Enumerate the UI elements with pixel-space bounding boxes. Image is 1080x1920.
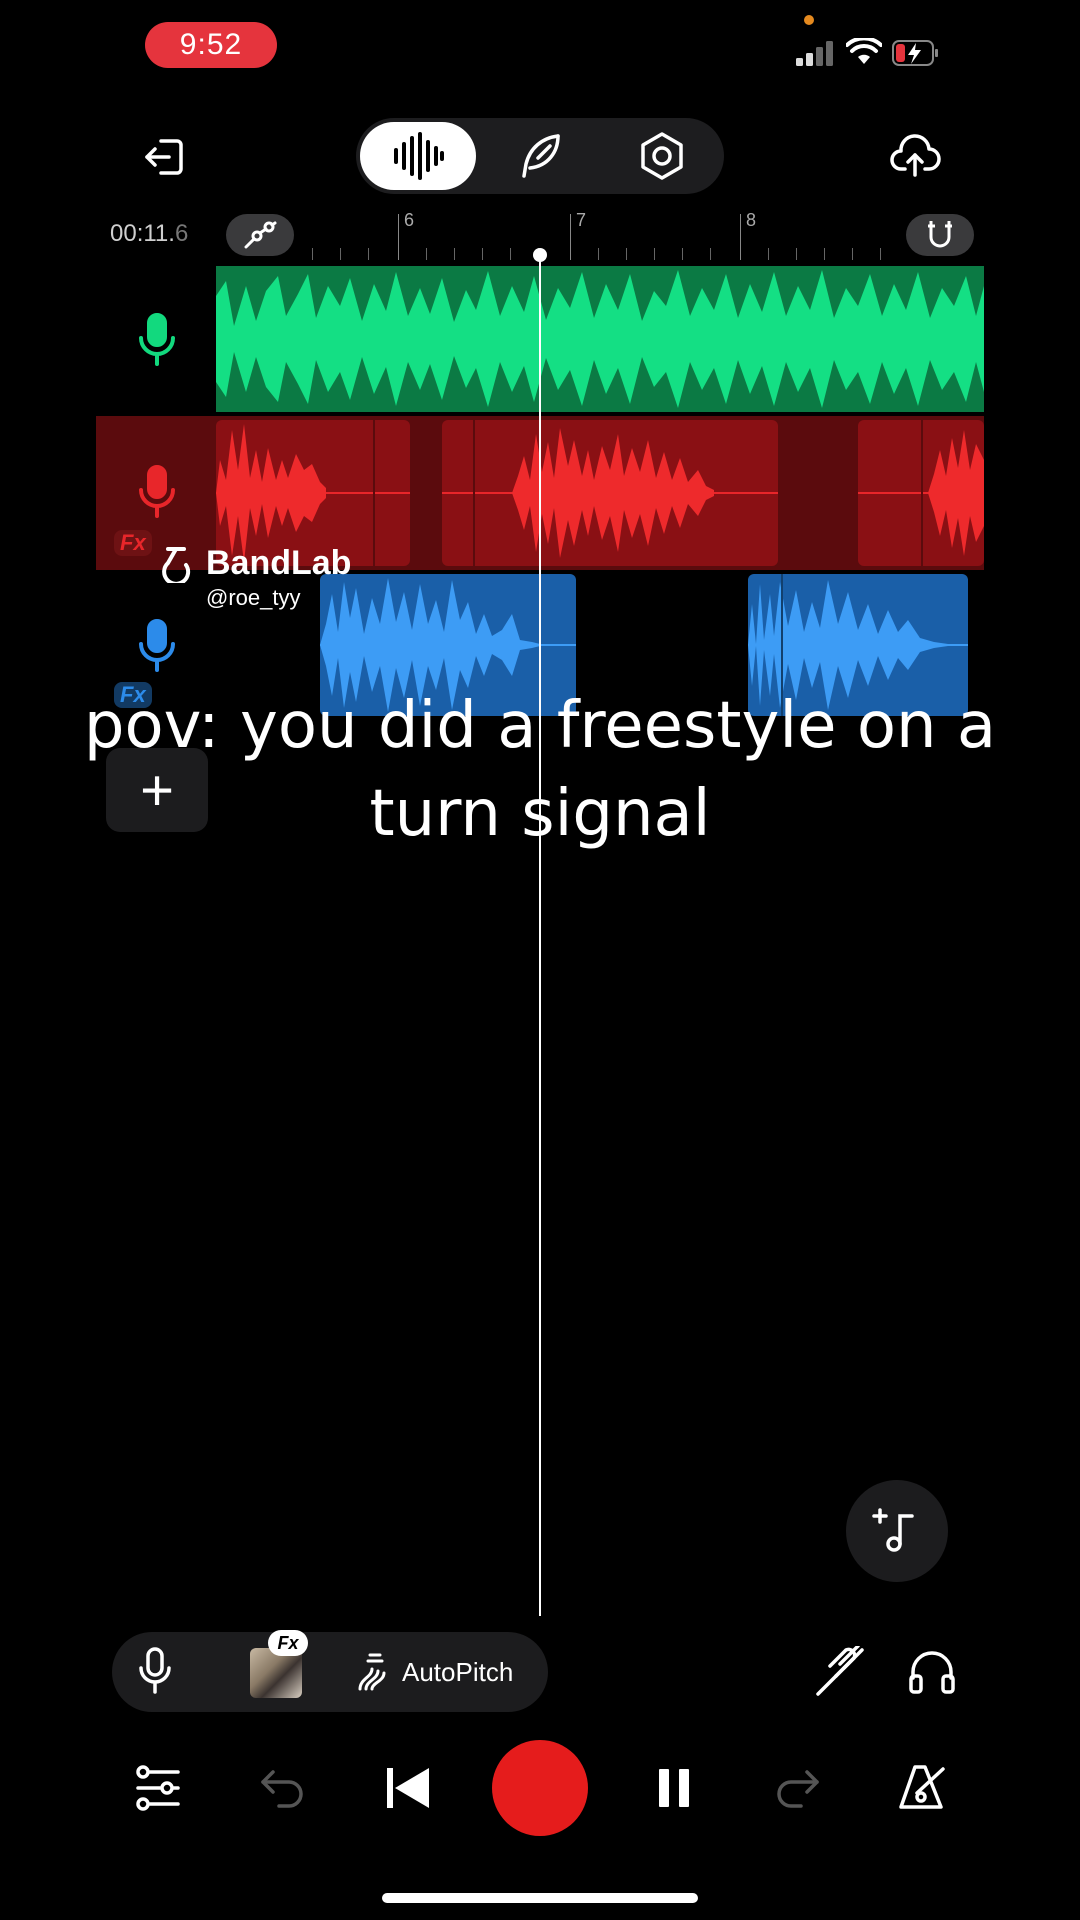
lyrics-mode-tab[interactable] [482, 122, 598, 190]
playback-time: 00:11.6 [110, 220, 188, 248]
feather-icon [522, 134, 560, 178]
battery-charging-icon [892, 40, 938, 66]
mixer-button[interactable] [126, 1756, 190, 1820]
watermark-brand: BandLab [206, 544, 352, 582]
fx-preset-badge[interactable]: Fx [268, 1630, 308, 1656]
track-1-waveform [216, 270, 984, 408]
track-1-region[interactable] [216, 266, 984, 412]
add-instrument-button[interactable] [846, 1480, 948, 1582]
track-2-fx-badge[interactable]: Fx [114, 530, 152, 556]
microphone-icon [139, 619, 175, 672]
ruler-number: 8 [746, 210, 757, 230]
undo-icon [261, 1770, 303, 1808]
pause-icon [659, 1769, 689, 1807]
redo-button[interactable] [766, 1756, 830, 1820]
home-indicator[interactable] [382, 1893, 698, 1903]
microphone-icon [139, 465, 175, 518]
playhead-handle[interactable] [533, 248, 547, 262]
headphones-icon [909, 1651, 955, 1694]
redo-icon [777, 1770, 819, 1808]
ruler-number: 6 [404, 210, 415, 230]
tuning-fork-icon [816, 1646, 864, 1696]
exit-button[interactable] [130, 122, 200, 192]
track-2-region-2[interactable] [442, 420, 778, 566]
metronome-icon [899, 1765, 945, 1809]
effects-bar: Fx AutoPitch [112, 1630, 548, 1712]
bandlab-watermark: BandLab @roe_tyy [158, 544, 351, 611]
autopitch-icon [358, 1653, 386, 1691]
settings-mode-tab[interactable] [604, 122, 720, 190]
cloud-upload-icon [890, 134, 941, 177]
track-2-waveform [442, 420, 778, 566]
playback-time-main: 00:11. [110, 220, 175, 247]
timeline-ruler[interactable]: 6 7 8 [300, 210, 900, 260]
privacy-indicator-dot [804, 15, 814, 25]
rewind-button[interactable] [376, 1756, 440, 1820]
cellular-signal-icon [796, 40, 838, 66]
exit-icon [145, 139, 183, 175]
status-time: 9:52 [145, 22, 277, 68]
track-2-waveform [858, 420, 984, 566]
upload-button[interactable] [880, 120, 950, 190]
playhead-line[interactable] [539, 256, 541, 1616]
playback-time-fraction: 6 [174, 220, 189, 247]
sliders-icon [136, 1765, 180, 1811]
waveform-mode-tab[interactable] [360, 122, 476, 190]
snap-button[interactable] [906, 214, 974, 256]
magnet-icon [928, 221, 952, 248]
hex-nut-icon [641, 132, 683, 180]
undo-button[interactable] [250, 1756, 314, 1820]
track-2-mic-button[interactable] [132, 462, 182, 522]
tuner-button[interactable] [808, 1640, 872, 1704]
autopitch-label: AutoPitch [402, 1656, 514, 1687]
monitor-button[interactable] [900, 1640, 964, 1704]
track-3-mic-button[interactable] [132, 616, 182, 676]
autopitch-button[interactable]: AutoPitch [352, 1646, 513, 1698]
wifi-icon [846, 38, 882, 64]
mode-switcher [356, 118, 724, 194]
track-2-region-3[interactable] [858, 420, 984, 566]
watermark-handle: @roe_tyy [206, 585, 301, 610]
automation-button[interactable] [226, 214, 294, 256]
waveform-icon [394, 132, 444, 180]
ruler-number: 7 [576, 210, 587, 230]
pause-button[interactable] [642, 1756, 706, 1820]
input-mic-button[interactable] [138, 1646, 172, 1701]
record-button[interactable] [492, 1740, 588, 1836]
track-1-mic-button[interactable] [132, 310, 182, 370]
bandlab-logo-icon [162, 546, 191, 583]
metronome-button[interactable] [890, 1756, 954, 1820]
automation-curve-icon [244, 221, 277, 249]
skip-back-icon [387, 1768, 429, 1808]
microphone-icon [139, 1647, 171, 1694]
add-music-note-icon [872, 1508, 914, 1552]
microphone-icon [139, 313, 175, 366]
